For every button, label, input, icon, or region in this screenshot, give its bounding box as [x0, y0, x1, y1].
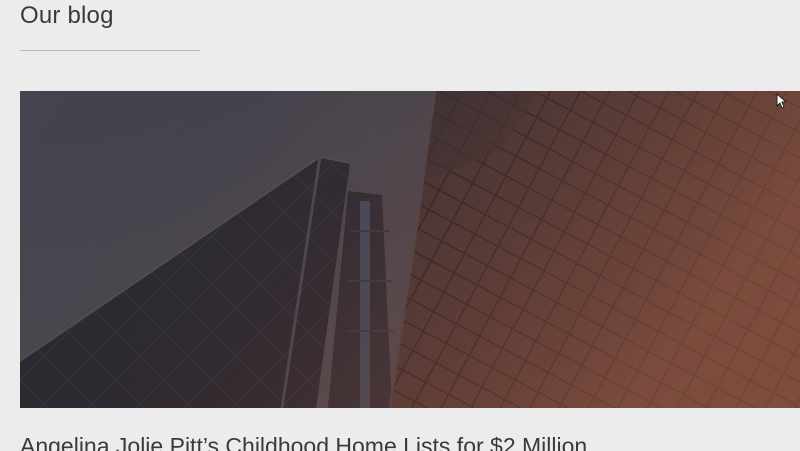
heading-divider	[20, 50, 200, 51]
blog-heading: Our blog	[20, 2, 114, 29]
blog-page: Our blog Angelina Jolie Pitt’s Childhood…	[0, 0, 800, 451]
post-title-link[interactable]: Angelina Jolie Pitt’s Childhood Home Lis…	[20, 431, 587, 451]
post-featured-image[interactable]	[20, 91, 800, 408]
blog-post-card[interactable]: Angelina Jolie Pitt’s Childhood Home Lis…	[20, 91, 800, 451]
